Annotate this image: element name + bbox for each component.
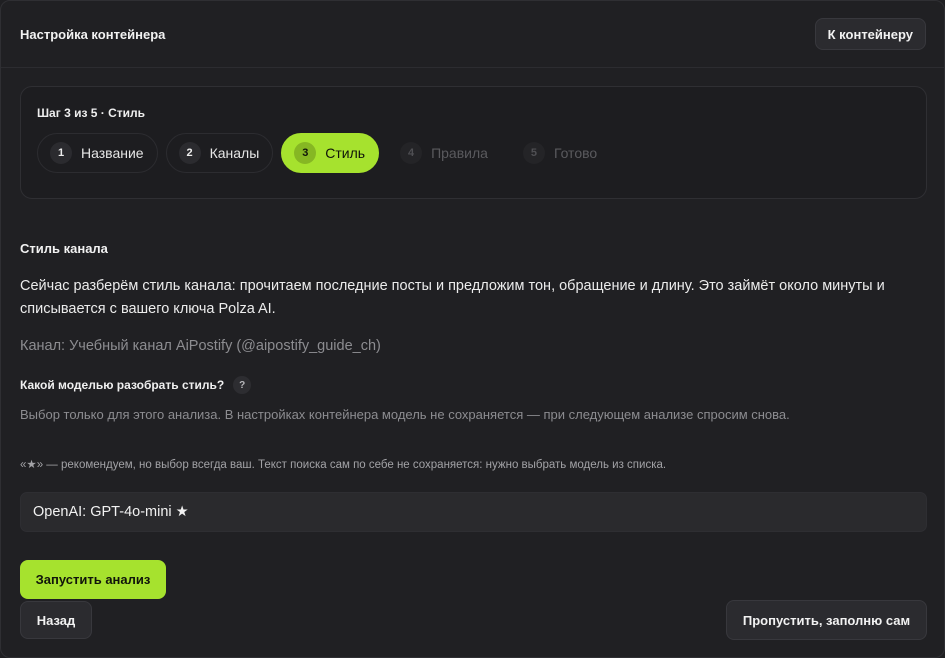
- step-5: 5 Готово: [510, 133, 611, 173]
- step-number: 5: [522, 142, 545, 164]
- back-button[interactable]: Назад: [20, 601, 92, 639]
- channel-info: Канал: Учебный канал AiPostify (@aiposti…: [20, 338, 381, 354]
- model-hint: Выбор только для этого анализа. В настро…: [20, 407, 790, 422]
- model-question: Какой моделью разобрать стиль? ?: [20, 376, 252, 394]
- step-label: Название: [81, 145, 144, 161]
- step-label: Готово: [553, 145, 598, 161]
- model-question-label: Какой моделью разобрать стиль?: [20, 378, 225, 392]
- skip-button[interactable]: Пропустить, заполню сам: [726, 600, 927, 640]
- page-title: Настройка контейнера: [20, 26, 166, 42]
- step-3[interactable]: 3 Стиль: [281, 133, 380, 173]
- step-number: 2: [178, 142, 201, 164]
- step-1[interactable]: 1 Название: [37, 133, 158, 173]
- step-label: Каналы: [209, 145, 260, 161]
- step-number: 4: [400, 142, 423, 164]
- run-analysis-button[interactable]: Запустить анализ: [20, 560, 166, 599]
- stepper: Шаг 3 из 5 · Стиль 1 Название 2 Каналы 3…: [20, 86, 927, 199]
- help-icon[interactable]: ?: [233, 376, 252, 394]
- step-label: Стиль: [325, 145, 366, 161]
- step-caption: Шаг 3 из 5 · Стиль: [37, 106, 146, 120]
- step-2[interactable]: 2 Каналы: [165, 133, 274, 173]
- style-description: Сейчас разберём стиль канала: прочитаем …: [20, 278, 885, 317]
- step-label: Правила: [431, 145, 488, 161]
- step-number: 1: [50, 142, 72, 164]
- header: Настройка контейнера К контейнеру: [1, 1, 944, 68]
- step-4: 4 Правила: [387, 133, 502, 173]
- step-list: 1 Название 2 Каналы 3 Стиль 4 Правила 5 …: [37, 133, 611, 173]
- model-select[interactable]: OpenAI: GPT-4o-mini ★: [20, 492, 927, 532]
- step-number: 3: [294, 142, 317, 164]
- setup-window: Настройка контейнера К контейнеру Шаг 3 …: [0, 0, 945, 658]
- to-container-button[interactable]: К контейнеру: [814, 18, 926, 50]
- section-title: Стиль канала: [20, 241, 108, 256]
- selected-model-value: OpenAI: GPT-4o-mini ★: [33, 504, 189, 520]
- recommend-hint: «★» — рекомендуем, но выбор всегда ваш. …: [20, 459, 667, 471]
